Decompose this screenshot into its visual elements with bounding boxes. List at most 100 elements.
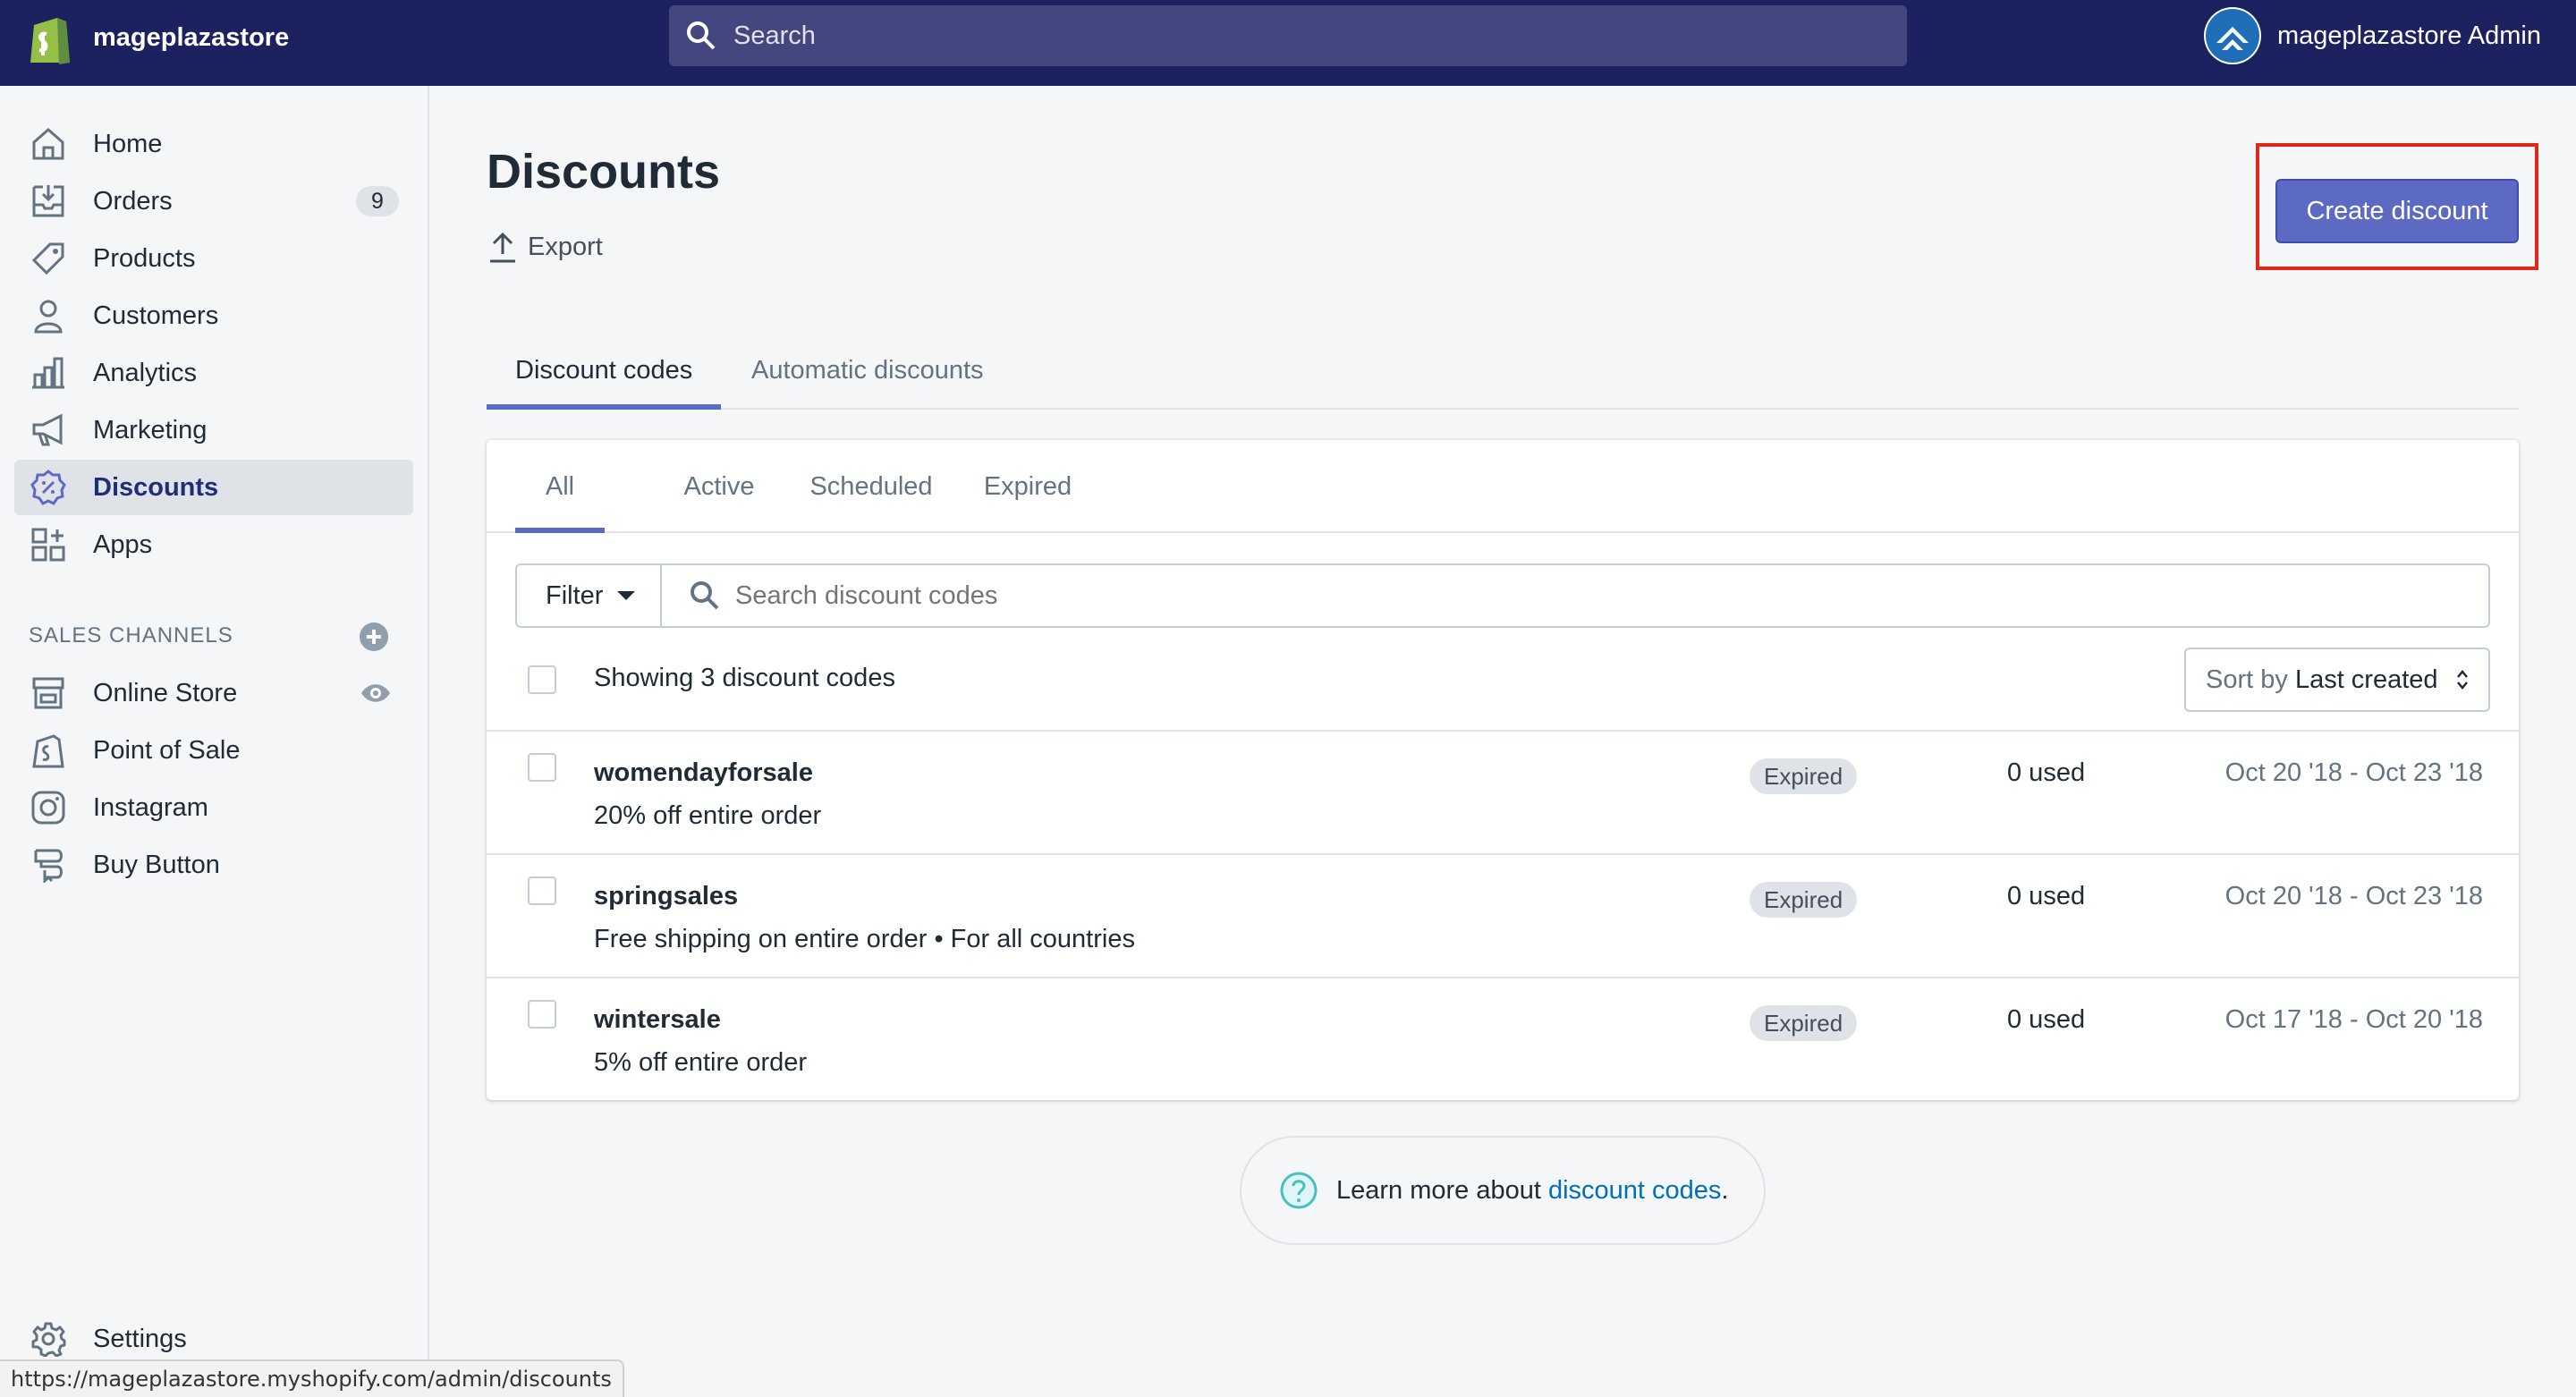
sidebar-item-marketing[interactable]: Marketing [14, 402, 413, 458]
sidebar-item-label: Instagram [93, 793, 208, 822]
store-name[interactable]: mageplazastore [93, 20, 289, 55]
search-discount-codes-input[interactable] [735, 578, 2435, 614]
sort-value: Last created [2294, 665, 2438, 694]
export-button[interactable]: Export [488, 229, 603, 265]
sidebar-item-point-of-sale[interactable]: Point of Sale [14, 723, 413, 778]
sidebar-item-label: Discounts [93, 473, 219, 502]
sidebar-item-settings[interactable]: Settings [14, 1311, 413, 1367]
sales-channels-heading: SALES CHANNELS [29, 623, 233, 648]
sidebar-item-analytics[interactable]: Analytics [14, 345, 413, 401]
filter-button[interactable]: Filter [517, 565, 662, 626]
sort-arrows-icon [2457, 670, 2468, 690]
discount-codes-link[interactable]: discount codes [1548, 1173, 1721, 1208]
sidebar-item-buy-button[interactable]: Buy Button [14, 837, 413, 893]
search-placeholder: Search [733, 21, 816, 50]
eye-icon[interactable] [360, 680, 392, 707]
create-discount-button[interactable]: Create discount [2275, 179, 2519, 243]
filter-label: Filter [546, 581, 604, 610]
help-circle-icon [1280, 1172, 1318, 1209]
discount-row[interactable]: wintersale 5% off entire order Expired 0… [487, 977, 2519, 1100]
tag-icon [29, 239, 68, 278]
learn-more-suffix: . [1721, 1176, 1729, 1205]
top-bar: mageplazastore Search mageplazastore Adm… [0, 0, 2576, 86]
status-badge: Expired [1750, 882, 1858, 918]
sidebar-item-customers[interactable]: Customers [14, 288, 413, 343]
date-range: Oct 20 '18 - Oct 23 '18 [2224, 758, 2483, 787]
export-label: Export [528, 233, 603, 261]
learn-more-callout: Learn more about discount codes . [1240, 1136, 1766, 1245]
shopify-logo-icon[interactable] [27, 13, 73, 66]
buy-button-icon [29, 845, 68, 885]
sidebar-item-label: Products [93, 244, 196, 273]
discount-type-tabs: Discount codes Automatic discounts [487, 340, 2519, 410]
select-all-checkbox[interactable] [528, 665, 556, 694]
discount-description: Free shipping on entire order • For all … [594, 925, 1135, 953]
search-icon [687, 21, 716, 50]
status-badge: Expired [1750, 1005, 1858, 1041]
sidebar-item-discounts[interactable]: Discounts [14, 460, 413, 515]
row-checkbox[interactable] [528, 753, 556, 782]
pos-icon [29, 731, 68, 770]
page-title: Discounts [487, 145, 721, 199]
status-bar-url: https://mageplazastore.myshopify.com/adm… [0, 1359, 624, 1397]
admin-avatar[interactable] [2204, 7, 2261, 64]
discount-row[interactable]: womendayforsale 20% off entire order Exp… [487, 730, 2519, 853]
usage-count: 0 used [2007, 758, 2086, 787]
status-tabs: All Active Scheduled Expired [487, 440, 2519, 533]
discount-row[interactable]: springsales Free shipping on entire orde… [487, 853, 2519, 977]
discounts-card: All Active Scheduled Expired Filter Show… [487, 440, 2519, 1100]
row-checkbox[interactable] [528, 1000, 556, 1029]
discount-code[interactable]: springsales [594, 878, 738, 914]
sidebar-item-label: Settings [93, 1325, 187, 1353]
discount-description: 20% off entire order [594, 801, 822, 830]
sidebar-item-apps[interactable]: Apps [14, 517, 413, 572]
sidebar-item-label: Point of Sale [93, 736, 241, 765]
sidebar-item-online-store[interactable]: Online Store [14, 665, 413, 721]
admin-name[interactable]: mageplazastore Admin [2277, 18, 2541, 54]
add-channel-icon[interactable] [358, 621, 390, 653]
person-icon [29, 296, 68, 335]
tab-all[interactable]: All [515, 440, 605, 533]
showing-count-text: Showing 3 discount codes [594, 664, 895, 692]
search-icon [691, 581, 719, 610]
tab-discount-codes[interactable]: Discount codes [487, 340, 722, 410]
gear-icon [29, 1319, 68, 1359]
usage-count: 0 used [2007, 1005, 2086, 1034]
status-badge: Expired [1750, 758, 1858, 794]
date-range: Oct 20 '18 - Oct 23 '18 [2224, 882, 2483, 910]
date-range: Oct 17 '18 - Oct 20 '18 [2224, 1005, 2483, 1034]
sidebar: Home Orders 9 Products Customers Analyti… [0, 86, 429, 1397]
sidebar-item-label: Apps [93, 530, 153, 559]
tab-automatic-discounts[interactable]: Automatic discounts [723, 340, 1013, 410]
sidebar-item-label: Buy Button [93, 851, 220, 879]
tab-active[interactable]: Active [664, 440, 775, 533]
orders-count-badge: 9 [356, 186, 399, 216]
sidebar-item-label: Customers [93, 301, 219, 330]
sidebar-item-label: Marketing [93, 416, 208, 444]
sidebar-item-instagram[interactable]: Instagram [14, 780, 413, 835]
sort-prefix: Sort by [2206, 665, 2288, 694]
caret-down-icon [617, 591, 636, 600]
export-icon [490, 232, 515, 263]
sidebar-item-label: Analytics [93, 359, 198, 387]
row-checkbox[interactable] [528, 876, 556, 905]
sidebar-item-home[interactable]: Home [14, 116, 413, 172]
discount-code[interactable]: womendayforsale [594, 755, 813, 791]
usage-count: 0 used [2007, 882, 2086, 910]
tab-scheduled[interactable]: Scheduled [794, 440, 948, 533]
global-search-input[interactable]: Search [669, 5, 1907, 66]
sidebar-item-label: Online Store [93, 679, 238, 707]
sidebar-item-label: Orders [93, 187, 173, 216]
discount-code[interactable]: wintersale [594, 1002, 721, 1037]
tab-expired[interactable]: Expired [970, 440, 1086, 533]
home-icon [29, 124, 68, 164]
discount-icon [29, 468, 68, 507]
learn-more-text: Learn more about [1336, 1176, 1541, 1205]
sidebar-item-products[interactable]: Products [14, 231, 413, 286]
bar-chart-icon [29, 353, 68, 393]
discount-description: 5% off entire order [594, 1048, 808, 1077]
sidebar-item-orders[interactable]: Orders 9 [14, 174, 413, 229]
filter-row: Filter [515, 563, 2490, 628]
sort-select[interactable]: Sort by Last created [2184, 648, 2490, 712]
store-icon [29, 673, 68, 713]
